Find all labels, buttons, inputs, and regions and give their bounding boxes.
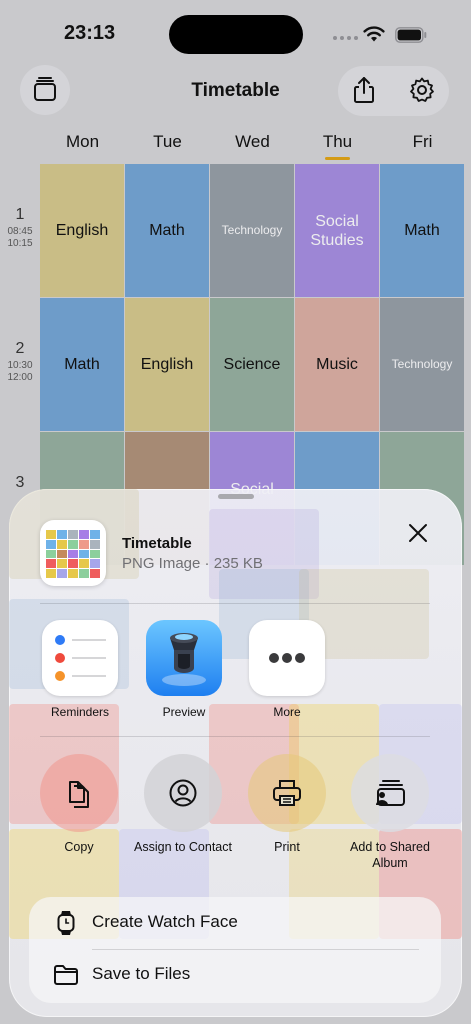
app-label: Preview [162,705,206,719]
lesson-cell[interactable]: Social Studies [295,164,379,297]
reminders-icon [55,635,106,681]
day-thu[interactable]: Thu [295,132,380,162]
close-button[interactable] [394,509,442,557]
watch-icon [53,910,79,936]
divider [40,603,430,604]
period-end-time: 10:15 [7,238,33,249]
weekday-header: Mon Tue Wed Thu Fri [40,132,465,162]
close-icon [409,524,427,542]
action-list: Create Watch Face Save to Files [29,897,441,1003]
cellular-signal-icon [333,36,358,40]
copy-icon [69,781,89,808]
file-meta: PNG Image · 235 KB [122,555,263,572]
day-wed[interactable]: Wed [210,132,295,162]
timetable-list-button[interactable] [20,65,70,115]
copy-button[interactable] [40,754,118,832]
printer-icon [273,780,301,806]
wifi-icon [363,26,385,42]
period-1: 1 08:45 10:15 [0,206,40,250]
status-time: 23:13 [64,22,116,44]
list-item-label: Save to Files [92,964,191,983]
period-end-time: 12:00 [7,372,33,383]
share-icon [354,77,374,103]
create-watch-face-row[interactable]: Create Watch Face [29,897,441,949]
lesson-cell[interactable]: Math [40,298,124,431]
period-number: 2 [15,340,25,357]
lesson-cell[interactable]: Technology [380,298,464,431]
period-number: 1 [15,206,25,223]
more-icon [269,653,305,663]
lesson-cell[interactable]: Science [210,298,294,431]
contact-icon [169,779,197,807]
list-item-label: Create Watch Face [92,912,238,931]
day-fri[interactable]: Fri [380,132,465,162]
action-label: Add to Shared Album [350,840,430,870]
app-label: More [273,705,301,719]
save-to-files-row[interactable]: Save to Files [29,949,441,1001]
settings-button[interactable] [404,72,440,108]
period-start-time: 08:45 [7,226,33,237]
add-to-shared-album-button[interactable] [351,754,429,832]
period-2: 2 10:30 12:00 [0,340,40,384]
gear-icon [410,77,434,102]
day-mon[interactable]: Mon [40,132,125,162]
action-label: Assign to Contact [134,840,232,854]
status-bar: 23:13 [0,0,471,60]
print-button[interactable] [248,754,326,832]
lesson-cell[interactable]: English [40,164,124,297]
lesson-cell[interactable]: English [125,298,209,431]
preview-app-button[interactable] [146,620,222,696]
period-start-time: 10:30 [7,360,33,371]
lesson-cell[interactable]: Math [380,164,464,297]
day-tue[interactable]: Tue [125,132,210,162]
action-label: Print [274,840,300,854]
lesson-cell[interactable]: Technology [210,164,294,297]
preview-icon [162,633,206,686]
lesson-cell[interactable]: Math [125,164,209,297]
app-label: Reminders [50,705,110,719]
share-button[interactable] [346,72,382,108]
action-label: Copy [64,840,94,854]
reminders-app-button[interactable] [42,620,118,696]
shared-album-icon [376,780,405,806]
folder-icon [53,962,79,988]
lesson-cell[interactable]: Music [295,298,379,431]
thumbnail-preview [46,530,100,578]
divider [40,736,430,737]
file-name: Timetable [122,535,192,552]
share-sheet: Timetable PNG Image · 235 KB Reminders P… [9,489,462,1017]
file-thumbnail [40,520,106,586]
assign-to-contact-button[interactable] [144,754,222,832]
battery-icon [395,27,427,43]
more-apps-button[interactable] [249,620,325,696]
sheet-grabber[interactable] [218,494,254,499]
dynamic-island [169,15,303,54]
stacked-pages-icon [34,77,56,101]
